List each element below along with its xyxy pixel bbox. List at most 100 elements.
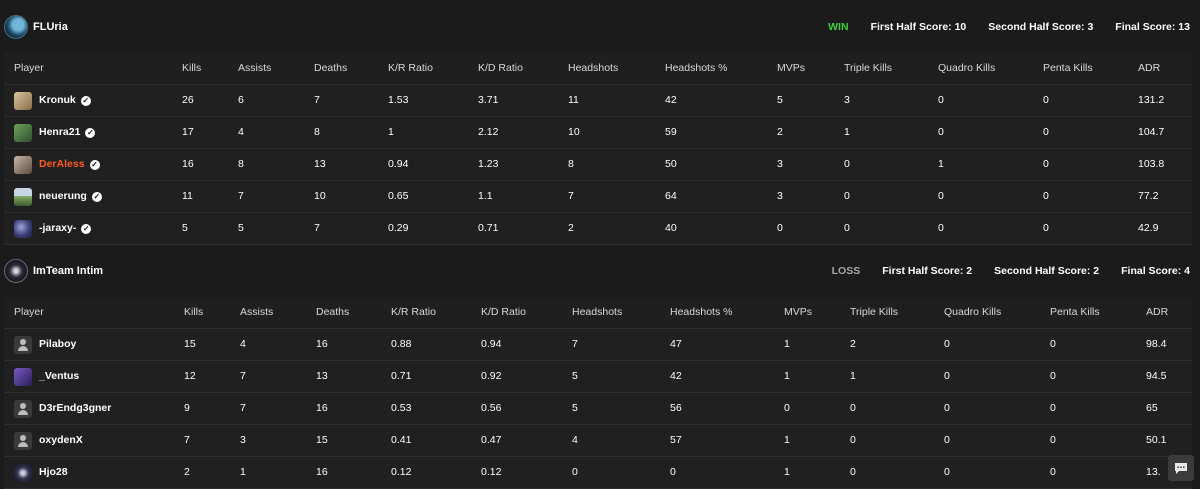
- column-header[interactable]: Assists: [238, 53, 271, 84]
- column-header[interactable]: Player: [14, 297, 44, 328]
- column-header[interactable]: Deaths: [316, 297, 349, 328]
- stat-cell: 13.: [1146, 466, 1161, 478]
- match-result-badge: WIN: [828, 21, 849, 33]
- player-cell[interactable]: Kronuk ✓: [14, 85, 91, 116]
- column-header[interactable]: ADR: [1146, 297, 1168, 328]
- avatar[interactable]: [14, 123, 32, 142]
- stat-cell: 59: [665, 126, 677, 138]
- column-header[interactable]: Deaths: [314, 53, 347, 84]
- chat-button[interactable]: [1168, 455, 1194, 481]
- player-name[interactable]: Hjo28: [39, 457, 68, 488]
- team-logo[interactable]: [4, 259, 28, 283]
- avatar[interactable]: [14, 335, 32, 354]
- player-cell[interactable]: Hjo28: [14, 457, 68, 488]
- stat-cell: 3: [844, 94, 850, 106]
- player-cell[interactable]: DerAless ✓: [14, 149, 100, 180]
- stat-cell: 6: [238, 94, 244, 106]
- stat-cell: 15: [316, 434, 328, 446]
- stat-cell: 9: [184, 402, 190, 414]
- final-score: Final Score: 13: [1115, 21, 1190, 33]
- avatar[interactable]: [14, 187, 32, 206]
- column-header[interactable]: K/R Ratio: [391, 297, 436, 328]
- player-name[interactable]: D3rEndg3gner: [39, 393, 111, 424]
- column-header[interactable]: MVPs: [777, 53, 805, 84]
- column-header[interactable]: Kills: [184, 297, 203, 328]
- stat-cell: 0.53: [391, 402, 412, 414]
- avatar[interactable]: [14, 155, 32, 174]
- column-header[interactable]: Penta Kills: [1050, 297, 1100, 328]
- stat-cell: 16: [316, 466, 328, 478]
- player-name[interactable]: DerAless: [39, 149, 85, 180]
- stat-cell: 0: [944, 338, 950, 350]
- avatar[interactable]: [14, 219, 32, 238]
- player-name[interactable]: _Ventus: [39, 361, 79, 392]
- column-header[interactable]: Headshots: [572, 297, 622, 328]
- player-name[interactable]: Henra21: [39, 117, 80, 148]
- column-header[interactable]: Penta Kills: [1043, 53, 1093, 84]
- second-half-score: Second Half Score: 3: [988, 21, 1094, 33]
- stat-cell: 7: [184, 434, 190, 446]
- stat-cell: 1.1: [478, 190, 493, 202]
- stat-cell: 7: [314, 94, 320, 106]
- column-header[interactable]: K/R Ratio: [388, 53, 433, 84]
- avatar[interactable]: [14, 463, 32, 482]
- stat-cell: 94.5: [1146, 370, 1167, 382]
- column-header[interactable]: Triple Kills: [850, 297, 898, 328]
- stat-cell: 13: [314, 158, 326, 170]
- stat-cell: 12: [184, 370, 196, 382]
- player-cell[interactable]: _Ventus: [14, 361, 79, 392]
- player-cell[interactable]: neuerung ✓: [14, 181, 102, 212]
- column-header[interactable]: Quadro Kills: [938, 53, 995, 84]
- player-cell[interactable]: -jaraxy- ✓: [14, 213, 92, 244]
- avatar[interactable]: [14, 431, 32, 450]
- stats-table: Player Kills Assists Deaths K/R Ratio K/D Rat…: [4, 297, 1192, 489]
- column-header[interactable]: Player: [14, 53, 44, 84]
- team-name[interactable]: FLUria: [33, 21, 68, 33]
- stat-cell: 0.56: [481, 402, 502, 414]
- stat-cell: 1: [784, 466, 790, 478]
- avatar[interactable]: [14, 399, 32, 418]
- player-row: -jaraxy- ✓ 5 5 7 0.29 0.71 2 40 0 0 0 0 42.9: [4, 213, 1192, 245]
- column-header[interactable]: Headshots %: [665, 53, 727, 84]
- player-cell[interactable]: Pilaboy: [14, 329, 76, 360]
- stat-cell: 42: [670, 370, 682, 382]
- player-name[interactable]: -jaraxy-: [39, 213, 76, 244]
- column-header[interactable]: K/D Ratio: [481, 297, 526, 328]
- player-cell[interactable]: D3rEndg3gner: [14, 393, 111, 424]
- stat-cell: 0.94: [481, 338, 502, 350]
- stat-cell: 1.23: [478, 158, 499, 170]
- column-header[interactable]: Quadro Kills: [944, 297, 1001, 328]
- stat-cell: 0: [944, 370, 950, 382]
- stat-cell: 0.71: [391, 370, 412, 382]
- stat-cell: 13: [316, 370, 328, 382]
- player-name[interactable]: oxydenX: [39, 425, 83, 456]
- player-name[interactable]: Kronuk: [39, 85, 76, 116]
- column-header[interactable]: MVPs: [784, 297, 812, 328]
- stat-cell: 0.41: [391, 434, 412, 446]
- column-header[interactable]: Headshots: [568, 53, 618, 84]
- column-header[interactable]: Kills: [182, 53, 201, 84]
- stat-cell: 0: [944, 434, 950, 446]
- stat-cell: 7: [240, 370, 246, 382]
- avatar[interactable]: [14, 367, 32, 386]
- player-row: DerAless ✓ 16 8 13 0.94 1.23 8 50 3 0 1 0 103.8: [4, 149, 1192, 181]
- column-header[interactable]: Triple Kills: [844, 53, 892, 84]
- stat-cell: 65: [1146, 402, 1158, 414]
- avatar[interactable]: [14, 91, 32, 110]
- player-cell[interactable]: oxydenX: [14, 425, 83, 456]
- column-header[interactable]: Headshots %: [670, 297, 732, 328]
- player-cell[interactable]: Henra21 ✓: [14, 117, 96, 148]
- verified-check-icon: ✓: [91, 191, 102, 202]
- column-header[interactable]: ADR: [1138, 53, 1160, 84]
- stat-cell: 0.92: [481, 370, 502, 382]
- player-name[interactable]: Pilaboy: [39, 329, 76, 360]
- column-header[interactable]: K/D Ratio: [478, 53, 523, 84]
- first-half-score: First Half Score: 2: [882, 265, 973, 277]
- stat-cell: 104.7: [1138, 126, 1165, 138]
- team-name[interactable]: ImTeam Intim: [33, 265, 103, 277]
- team-logo[interactable]: [4, 15, 28, 39]
- team-score-summary: WIN First Half Score: 10 Second Half Sco…: [806, 21, 1190, 33]
- stat-cell: 5: [572, 370, 578, 382]
- column-header[interactable]: Assists: [240, 297, 273, 328]
- player-name[interactable]: neuerung: [39, 181, 87, 212]
